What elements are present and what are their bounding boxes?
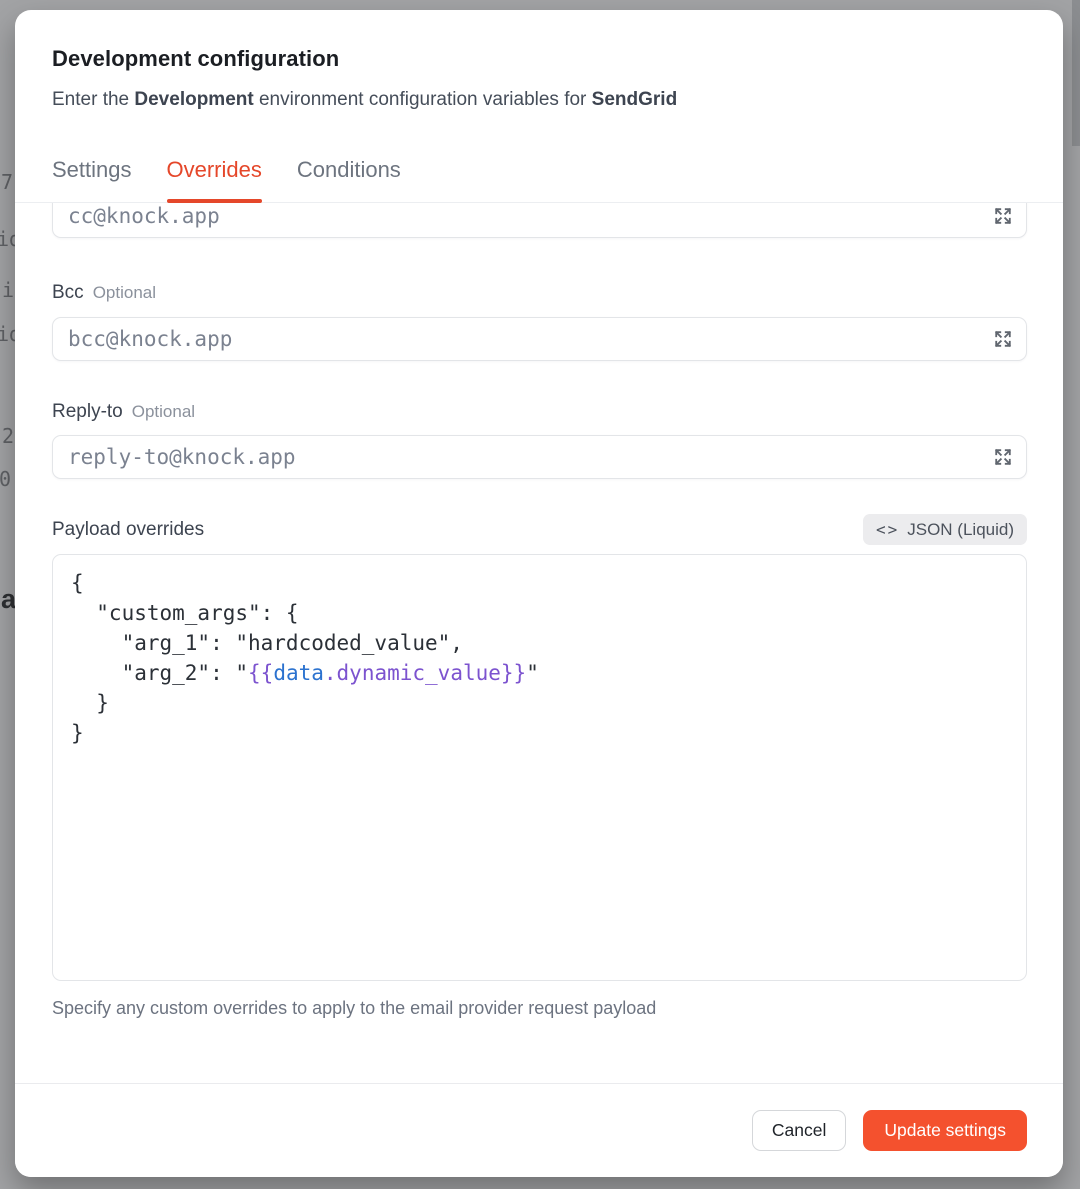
reply-to-label-row: Reply-to Optional xyxy=(52,401,1027,423)
payload-overrides-header: Payload overrides <> JSON (Liquid) xyxy=(52,514,1027,545)
payload-overrides-label: Payload overrides xyxy=(52,519,204,541)
reply-to-field-wrapper xyxy=(52,435,1027,479)
payload-help-text: Specify any custom overrides to apply to… xyxy=(52,997,1027,1019)
code-brackets-icon: <> xyxy=(876,520,899,539)
bcc-field-wrapper xyxy=(52,317,1027,361)
modal-scroll-area[interactable]: Bcc Optional Reply-to Optional xyxy=(15,203,1063,1079)
tab-conditions[interactable]: Conditions xyxy=(297,142,401,202)
expand-icon xyxy=(992,205,1014,227)
env-name: Development xyxy=(134,89,253,110)
bcc-input[interactable] xyxy=(52,317,1027,361)
tab-bar: Settings Overrides Conditions xyxy=(15,142,1063,203)
cancel-button[interactable]: Cancel xyxy=(752,1110,846,1151)
bg-text-fragment: 0 xyxy=(0,467,11,491)
code-line: "arg_1": "hardcoded_value", xyxy=(71,628,1008,658)
bcc-expand-button[interactable] xyxy=(991,327,1015,351)
modal-title: Development configuration xyxy=(52,46,1027,72)
json-liquid-badge: <> JSON (Liquid) xyxy=(863,514,1027,545)
code-line: } xyxy=(71,688,1008,718)
code-line: { xyxy=(71,568,1008,598)
bcc-optional-label: Optional xyxy=(93,283,156,303)
expand-icon xyxy=(992,328,1014,350)
cc-input[interactable] xyxy=(52,203,1027,238)
bg-text-fragment: 7 xyxy=(1,170,13,194)
cc-field-wrapper xyxy=(52,203,1027,238)
reply-to-input[interactable] xyxy=(52,435,1027,479)
tab-overrides[interactable]: Overrides xyxy=(167,142,262,202)
reply-to-expand-button[interactable] xyxy=(991,445,1015,469)
bcc-label-row: Bcc Optional xyxy=(52,282,1027,304)
bg-text-fragment: i xyxy=(2,278,14,302)
update-settings-button[interactable]: Update settings xyxy=(863,1110,1027,1151)
expand-icon xyxy=(992,446,1014,468)
modal-subtitle: Enter the Development environment config… xyxy=(52,88,1027,112)
bcc-label: Bcc xyxy=(52,282,84,304)
reply-to-label: Reply-to xyxy=(52,401,123,423)
code-line: "custom_args": { xyxy=(71,598,1008,628)
modal-header: Development configuration Enter the Deve… xyxy=(15,10,1063,112)
provider-name: SendGrid xyxy=(592,89,678,110)
tab-settings[interactable]: Settings xyxy=(52,142,132,202)
payload-overrides-editor[interactable]: { "custom_args": { "arg_1": "hardcoded_v… xyxy=(52,554,1027,981)
cc-expand-button[interactable] xyxy=(991,204,1015,228)
modal-footer: Cancel Update settings xyxy=(15,1083,1063,1177)
reply-to-optional-label: Optional xyxy=(132,402,195,422)
bg-text-fragment: 2 xyxy=(2,424,14,448)
page-scrollbar-thumb xyxy=(1072,0,1080,146)
bg-text-fragment: a xyxy=(1,584,16,615)
development-configuration-modal: Development configuration Enter the Deve… xyxy=(15,10,1063,1177)
badge-label: JSON (Liquid) xyxy=(907,520,1014,540)
code-line: } xyxy=(71,718,1008,748)
code-line: "arg_2": "{{data.dynamic_value}}" xyxy=(71,658,1008,688)
